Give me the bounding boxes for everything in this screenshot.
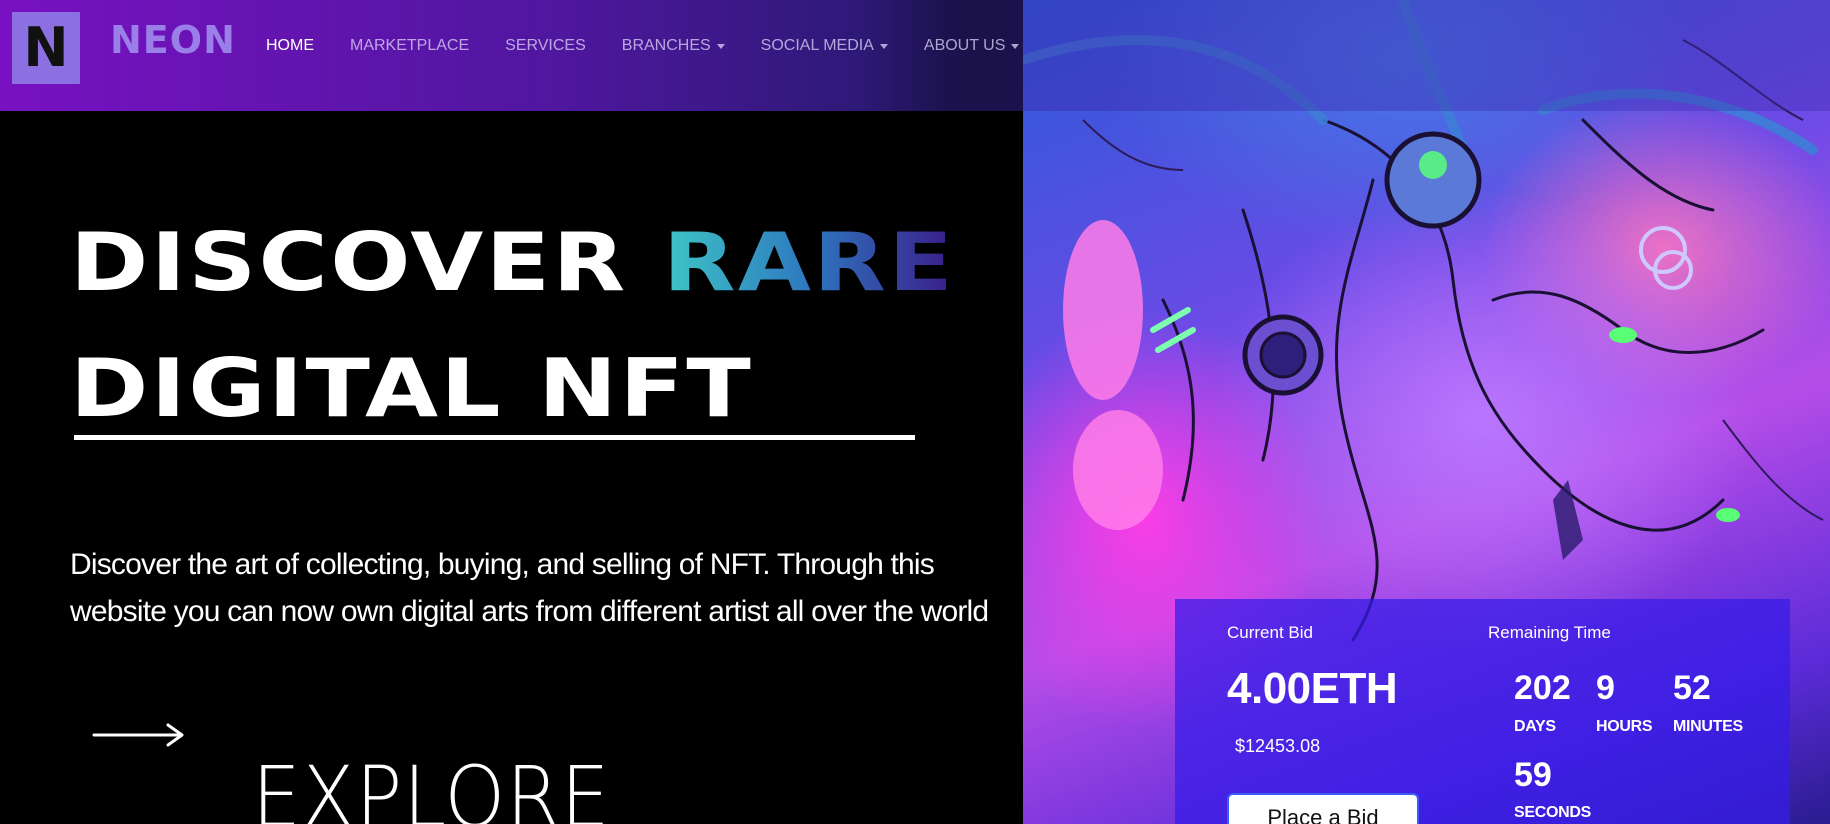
hero-description: Discover the art of collecting, buying, … [70, 548, 989, 628]
navbar: N NEON HOME MARKETPLACE SERVICES BRANCHE… [0, 0, 1830, 111]
nav-item-social-media[interactable]: SOCIAL MEDIA [761, 37, 888, 55]
countdown-days-value: 202 [1514, 669, 1571, 707]
current-bid-value: 4.00ETH [1227, 664, 1398, 713]
place-bid-button[interactable]: Place a Bid [1227, 793, 1419, 824]
nav-item-marketplace[interactable]: MARKETPLACE [350, 37, 469, 55]
logo[interactable]: N [12, 12, 80, 84]
current-bid-label: Current Bid [1227, 623, 1313, 642]
countdown-seconds-label: SECONDS [1514, 804, 1592, 821]
long-arrow-right-icon[interactable] [92, 722, 186, 748]
headline-word: DISCOVER [70, 216, 628, 309]
nav-item-label: ABOUT US [923, 37, 1006, 54]
nav-item-label: SERVICES [505, 37, 586, 54]
caret-down-icon [1011, 43, 1020, 49]
countdown-days-label: DAYS [1514, 718, 1556, 735]
remaining-time-label: Remaining Time [1488, 623, 1611, 642]
nav-item-label: SOCIAL MEDIA [760, 37, 874, 54]
explore-button[interactable]: EXPLORE [252, 748, 610, 824]
countdown-hours-label: HOURS [1596, 718, 1653, 735]
brand-name[interactable]: NEON [110, 18, 236, 62]
logo-letter: N [23, 16, 69, 79]
headline-underline [74, 435, 915, 440]
bid-card: Current Bid 4.00ETH $12453.08 Place a Bi… [1175, 599, 1790, 824]
caret-down-icon [879, 43, 888, 49]
nav-item-label: BRANCHES [621, 37, 711, 54]
countdown-seconds-value: 59 [1514, 756, 1552, 794]
countdown-hours-value: 9 [1596, 669, 1615, 707]
nav-item-branches[interactable]: BRANCHES [622, 37, 725, 55]
nav-menu: HOME MARKETPLACE SERVICES BRANCHES SOCIA… [266, 37, 1055, 55]
headline-highlight: RARE [662, 216, 956, 309]
bid-usd-value: $12453.08 [1235, 736, 1321, 756]
nav-item-label: MARKETPLACE [350, 37, 470, 54]
hero-headline: DISCOVER RARE DIGITAL NFT [70, 200, 955, 452]
countdown-minutes-label: MINUTES [1673, 718, 1743, 735]
nav-item-about-us[interactable]: ABOUT US [924, 37, 1020, 55]
headline-line-2: DIGITAL NFT [70, 342, 754, 435]
nav-item-home[interactable]: HOME [266, 37, 314, 55]
caret-down-icon [716, 43, 725, 49]
nav-item-label: HOME [266, 37, 314, 54]
nav-item-services[interactable]: SERVICES [505, 37, 586, 55]
headline-line-1: DISCOVER RARE [70, 200, 955, 326]
countdown-minutes-value: 52 [1673, 669, 1711, 707]
